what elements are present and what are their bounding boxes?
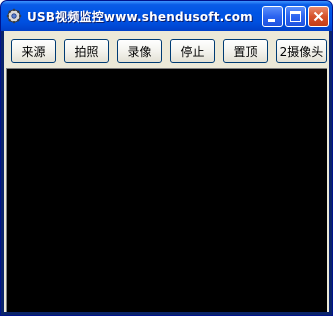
toolbar: 来源 拍照 录像 停止 置顶 2摄像头 — [4, 31, 329, 68]
window-title: USB视频监控www.shendusoft.com — [27, 10, 253, 24]
app-window: USB视频监控www.shendusoft.com 来源 拍照 录像 停止 置顶… — [0, 0, 333, 316]
video-preview[interactable] — [6, 68, 327, 312]
maximize-button[interactable] — [285, 6, 306, 27]
minimize-button[interactable] — [262, 6, 283, 27]
close-button[interactable] — [308, 6, 329, 27]
record-button[interactable]: 录像 — [117, 39, 162, 63]
title-bar[interactable]: USB视频监控www.shendusoft.com — [1, 1, 332, 31]
second-camera-button[interactable]: 2摄像头 — [276, 39, 327, 63]
source-button[interactable]: 来源 — [11, 39, 56, 63]
gear-icon[interactable] — [6, 8, 22, 24]
stop-button[interactable]: 停止 — [170, 39, 215, 63]
always-on-top-button[interactable]: 置顶 — [223, 39, 268, 63]
snapshot-button[interactable]: 拍照 — [64, 39, 109, 63]
client-area: 来源 拍照 录像 停止 置顶 2摄像头 — [4, 31, 329, 312]
